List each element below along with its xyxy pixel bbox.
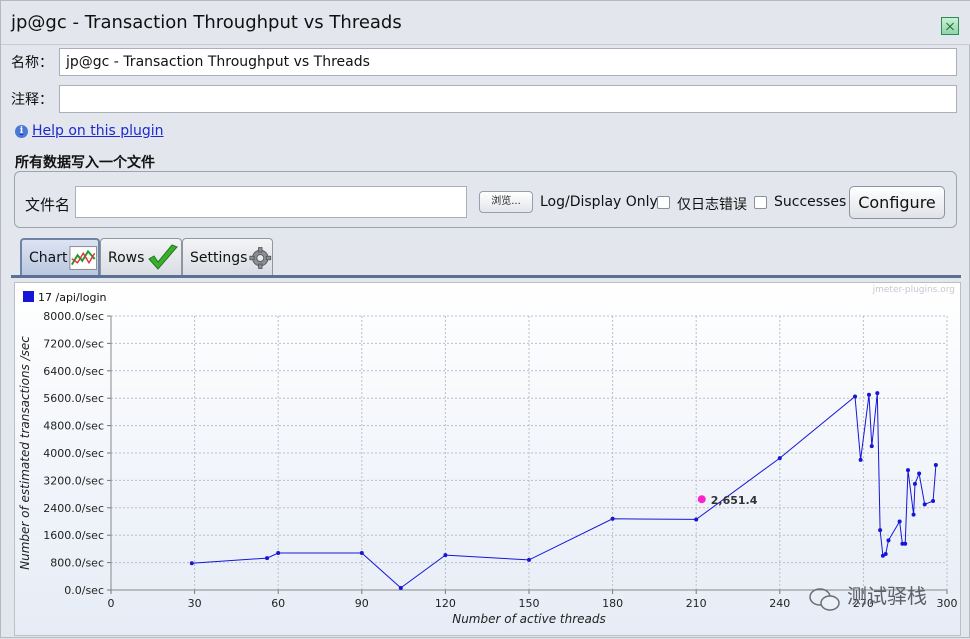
configure-button[interactable]: Configure bbox=[849, 186, 945, 219]
x-tick-label: 90 bbox=[355, 597, 369, 610]
expand-icon[interactable] bbox=[941, 17, 959, 35]
info-icon: i bbox=[15, 124, 28, 138]
data-point bbox=[265, 556, 270, 561]
x-tick-label: 60 bbox=[271, 597, 285, 610]
x-tick-label: 30 bbox=[188, 597, 202, 610]
chart-panel: jmeter-plugins.org 17 /api/login 0.0/sec 80… bbox=[14, 282, 961, 636]
x-tick-label: 120 bbox=[435, 597, 456, 610]
y-tick-label: 7200.0/sec bbox=[43, 337, 104, 350]
data-point bbox=[858, 457, 863, 462]
x-tick-label: 210 bbox=[686, 597, 707, 610]
data-point bbox=[527, 557, 531, 562]
window-title: jp@gc - Transaction Throughput vs Thread… bbox=[11, 12, 402, 33]
name-label: 名称： bbox=[11, 55, 53, 71]
y-axis-title: Number of estimated transactions /sec bbox=[18, 336, 32, 570]
successes-checkbox[interactable] bbox=[754, 196, 767, 209]
data-point bbox=[931, 498, 936, 503]
data-point bbox=[189, 561, 194, 566]
comment-field[interactable] bbox=[59, 85, 957, 113]
x-tick-label: 240 bbox=[769, 597, 790, 610]
tab-chart-label: Chart bbox=[29, 250, 68, 266]
tab-settings-label: Settings bbox=[190, 249, 248, 266]
data-point bbox=[853, 394, 858, 399]
filename-input[interactable] bbox=[75, 186, 467, 218]
x-tick-label: 180 bbox=[602, 597, 623, 610]
y-tick-label: 2400.0/sec bbox=[43, 502, 104, 515]
tab-chart[interactable]: Chart bbox=[20, 238, 100, 276]
data-point bbox=[897, 519, 902, 524]
series-line bbox=[191, 393, 937, 589]
y-tick-label: 800.0/sec bbox=[50, 557, 104, 570]
file-section-title: 所有数据写入一个文件 bbox=[15, 155, 155, 171]
data-point bbox=[886, 538, 891, 543]
name-field[interactable]: jp@gc - Transaction Throughput vs Thread… bbox=[59, 48, 957, 76]
y-tick-label: 8000.0/sec bbox=[43, 310, 104, 323]
tab-rows[interactable]: Rows bbox=[100, 238, 182, 276]
data-point bbox=[922, 502, 927, 507]
tab-rows-label: Rows bbox=[108, 249, 145, 266]
data-point bbox=[694, 517, 699, 522]
data-point bbox=[276, 551, 281, 556]
filename-label: 文件名 bbox=[25, 196, 71, 214]
y-tick-label: 4800.0/sec bbox=[43, 420, 104, 433]
y-tick-label: 0.0/sec bbox=[64, 584, 104, 597]
data-point bbox=[912, 481, 917, 486]
successes-label: Successes bbox=[774, 194, 847, 210]
data-point bbox=[777, 456, 782, 461]
x-tick-label: 150 bbox=[519, 597, 540, 610]
data-point bbox=[933, 462, 938, 467]
data-point bbox=[869, 444, 874, 449]
data-point bbox=[903, 541, 908, 546]
plugin-window: jp@gc - Transaction Throughput vs Thread… bbox=[0, 0, 970, 638]
data-point bbox=[875, 391, 880, 396]
title-bar: jp@gc - Transaction Throughput vs Thread… bbox=[1, 1, 970, 45]
chart-watermark: jmeter-plugins.org bbox=[872, 285, 955, 295]
data-point bbox=[443, 553, 448, 558]
log-display-label: Log/Display Only: bbox=[540, 194, 662, 210]
x-tick-label: 0 bbox=[108, 597, 115, 610]
y-tick-label: 4000.0/sec bbox=[43, 447, 104, 460]
data-point bbox=[911, 512, 916, 517]
data-point bbox=[917, 471, 922, 476]
legend-label: 17 /api/login bbox=[38, 291, 107, 304]
legend-swatch bbox=[23, 291, 34, 302]
y-tick-label: 5600.0/sec bbox=[43, 392, 104, 405]
gear-icon bbox=[249, 246, 272, 269]
throughput-chart: jmeter-plugins.org 17 /api/login 0.0/sec 80… bbox=[18, 285, 958, 626]
highlight-point bbox=[697, 495, 706, 504]
checkmark-icon bbox=[148, 243, 179, 270]
file-panel: 文件名 浏览... Log/Display Only: 仅日志错误 Succes… bbox=[14, 171, 957, 228]
comment-label: 注释： bbox=[11, 92, 53, 108]
data-point bbox=[878, 528, 883, 533]
data-point bbox=[398, 585, 403, 590]
highlight-label: 2,651.4 bbox=[711, 494, 758, 507]
y-tick-label: 6400.0/sec bbox=[43, 365, 104, 378]
help-link[interactable]: i Help on this plugin bbox=[15, 123, 164, 139]
tab-underline bbox=[11, 275, 961, 278]
data-point bbox=[866, 392, 871, 397]
name-row: 名称： jp@gc - Transaction Throughput vs Th… bbox=[11, 48, 959, 76]
data-point bbox=[883, 552, 888, 557]
errors-label: 仅日志错误 bbox=[677, 197, 747, 213]
browse-button[interactable]: 浏览... bbox=[479, 191, 533, 213]
tab-settings[interactable]: Settings bbox=[182, 238, 273, 276]
data-point bbox=[905, 468, 910, 473]
wechat-icon-bubble bbox=[820, 595, 840, 611]
y-tick-label: 1600.0/sec bbox=[43, 529, 104, 542]
x-axis-title: Number of active threads bbox=[452, 612, 606, 626]
chart-icon bbox=[69, 246, 98, 270]
y-tick-label: 3200.0/sec bbox=[43, 474, 104, 487]
data-point bbox=[359, 551, 364, 556]
x-tick-label: 300 bbox=[937, 597, 958, 610]
overlay-watermark: 测试驿栈 bbox=[847, 584, 927, 608]
errors-checkbox[interactable] bbox=[657, 196, 670, 209]
comment-row: 注释： bbox=[11, 85, 959, 113]
data-point bbox=[610, 516, 615, 521]
help-link-label[interactable]: Help on this plugin bbox=[32, 123, 164, 139]
